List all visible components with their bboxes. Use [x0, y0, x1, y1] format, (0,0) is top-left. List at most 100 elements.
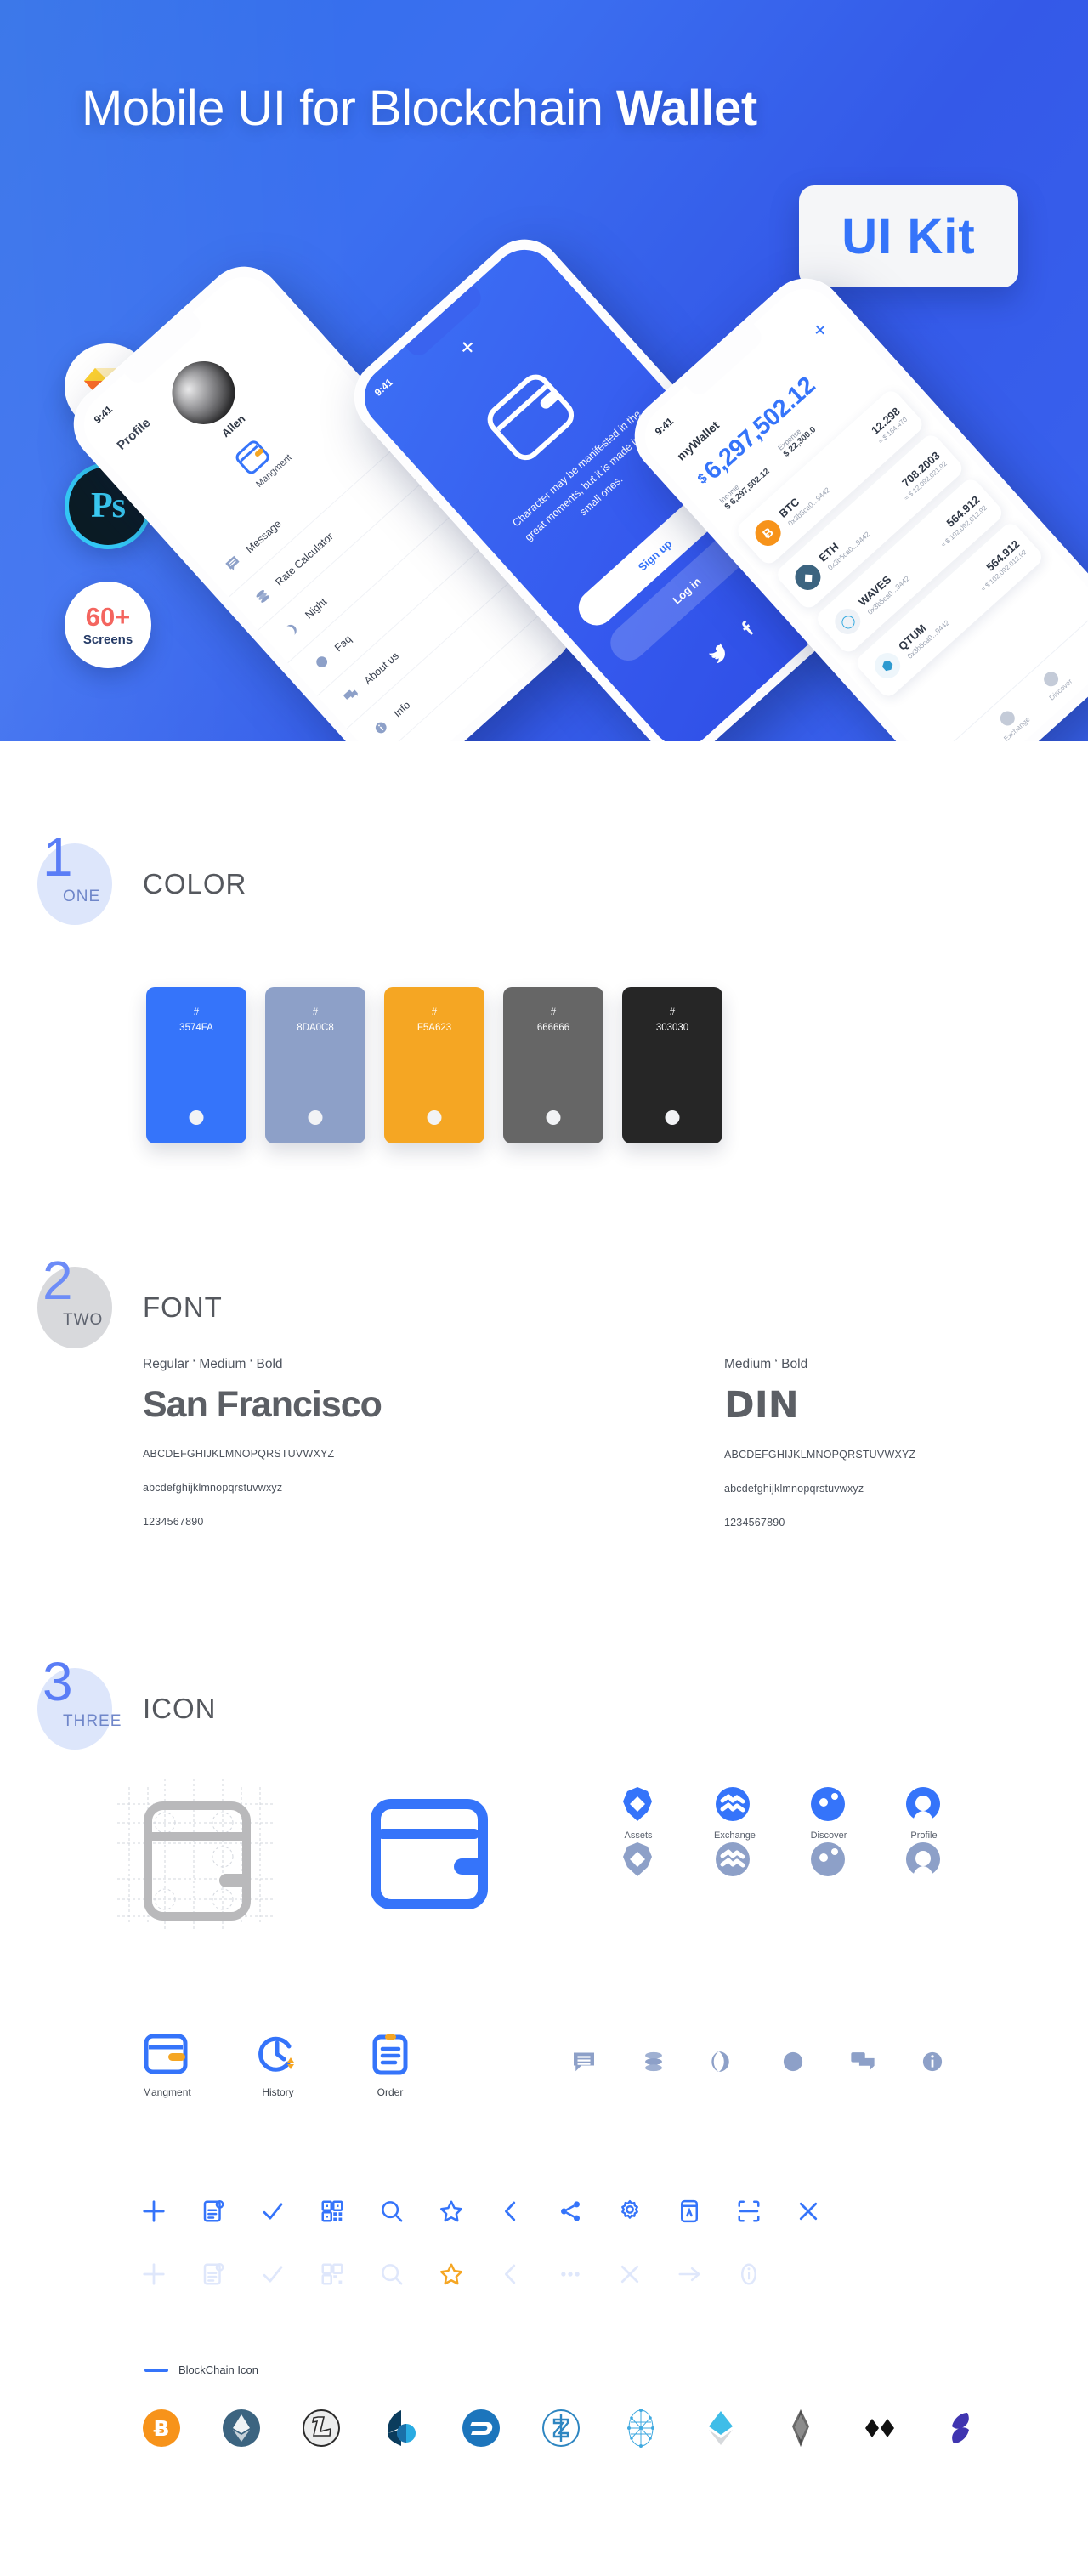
moon-icon[interactable] — [711, 2049, 736, 2074]
swatch-hex: # 666666 — [503, 1006, 604, 1036]
section-number-badge: 3 THREE — [37, 1654, 121, 1750]
font-weights: Regular ‘ Medium ‘ Bold — [143, 1357, 283, 1371]
feature-icon-set: Mangment History Order — [143, 2032, 413, 2098]
hero-banner: Mobile UI for Blockchain Wallet UI Kit P… — [0, 0, 1088, 741]
facebook-icon[interactable] — [734, 617, 758, 641]
monero-dark-icon[interactable] — [860, 2408, 901, 2448]
list-item-label: About us — [361, 650, 401, 687]
discover-icon — [809, 1785, 848, 1823]
litecoin-icon[interactable] — [301, 2408, 342, 2448]
order-list-icon — [367, 2032, 413, 2076]
feature-icon-order[interactable]: Order — [367, 2032, 413, 2098]
tab-icon-label: Exchange — [714, 1830, 756, 1841]
assets-icon — [619, 1785, 658, 1823]
exchange-icon-dim — [714, 1841, 753, 1878]
home-indicator — [546, 1110, 561, 1125]
section-number: 1 — [42, 826, 73, 888]
twitter-icon[interactable] — [706, 641, 732, 667]
check-icon[interactable] — [260, 2199, 286, 2224]
swatch-hash: # — [550, 1007, 557, 1018]
nano-icon[interactable] — [940, 2408, 981, 2448]
section-number: 2 — [42, 1250, 73, 1311]
arrow-right-icon — [677, 2261, 702, 2287]
swatch-hash: # — [312, 1007, 319, 1018]
ui-kit-presentation: Mobile UI for Blockchain Wallet UI Kit P… — [0, 0, 1088, 2576]
font-weights: Medium ‘ Bold — [724, 1357, 808, 1371]
document-settings-icon[interactable] — [201, 2199, 226, 2224]
profile-icon-dim — [904, 1841, 944, 1878]
circle-icon — [312, 652, 332, 672]
swatch-hex-value: 3574FA — [179, 1022, 213, 1033]
gear-icon[interactable] — [617, 2199, 643, 2224]
card-transfer-icon[interactable] — [677, 2199, 702, 2224]
section-title: ICON — [143, 1693, 217, 1724]
star-filled-icon[interactable] — [439, 2261, 464, 2287]
font-numbers: 1234567890 — [143, 1516, 204, 1528]
swatch-hex: # 8DA0C8 — [265, 1006, 366, 1036]
section-number: 3 — [42, 1651, 73, 1712]
dash-icon[interactable] — [461, 2408, 502, 2448]
ethereum-icon: ◆ — [790, 559, 826, 596]
phone-mockups: 9:41 Profile Allen Mangment Message Rate… — [0, 0, 1088, 741]
swatch-hex-value: 666666 — [536, 1022, 570, 1033]
database-icon[interactable] — [641, 2049, 666, 2074]
close-icon[interactable] — [796, 2199, 821, 2224]
section-header-font: 2 TWO FONT — [37, 1253, 223, 1348]
tab-icon-assets[interactable]: Assets — [619, 1785, 658, 1878]
feature-icon-mangment[interactable]: Mangment — [143, 2032, 191, 2098]
qtum-icon[interactable] — [620, 2408, 661, 2448]
profile-title: Profile — [114, 415, 154, 453]
phone-notch — [685, 324, 767, 400]
tab-icon-profile[interactable]: Profile — [904, 1785, 944, 1878]
steem-icon[interactable] — [381, 2408, 422, 2448]
plus-icon[interactable] — [141, 2199, 167, 2224]
tab-icon-label: Discover — [810, 1830, 847, 1841]
wallet-icon — [143, 2032, 189, 2076]
tab-icon-exchange[interactable]: Exchange — [714, 1785, 756, 1878]
swatch-hex: # F5A623 — [384, 1006, 484, 1036]
blockchain-coin-set: Ƀ — [141, 2408, 981, 2448]
font-specimen-din: Medium ‘ Bold DIN ABCDEFGHIJKLMNOPQRSTUV… — [724, 1357, 1064, 1529]
tab-icon-label: Assets — [624, 1830, 653, 1841]
swatch-hash: # — [193, 1007, 200, 1018]
font-uppercase: ABCDEFGHIJKLMNOPQRSTUVWXYZ — [724, 1449, 916, 1461]
chevron-left-icon[interactable] — [498, 2199, 524, 2224]
zcash-icon[interactable] — [541, 2408, 581, 2448]
profile-management-shortcut[interactable]: Mangment — [231, 427, 294, 490]
message-icon[interactable] — [571, 2049, 597, 2074]
section-header-color: 1 ONE COLOR — [37, 830, 246, 925]
section-number-word: TWO — [63, 1311, 104, 1329]
blockchain-section-label: BlockChain Icon — [144, 2363, 258, 2376]
circle-icon[interactable] — [780, 2049, 806, 2074]
lisk-icon[interactable] — [700, 2408, 741, 2448]
eos-icon[interactable] — [780, 2408, 821, 2448]
ethereum-icon[interactable] — [221, 2408, 262, 2448]
search-icon[interactable] — [379, 2199, 405, 2224]
font-specimen-sf: Regular ‘ Medium ‘ Bold San Francisco AB… — [143, 1357, 619, 1528]
qrcode-icon[interactable] — [320, 2199, 345, 2224]
feature-icon-label: Mangment — [143, 2086, 191, 2098]
feature-icon-label: History — [262, 2086, 294, 2098]
info-icon[interactable] — [920, 2049, 945, 2074]
wallet-icon-large — [366, 1794, 493, 1915]
chat-icon[interactable] — [850, 2049, 876, 2074]
moon-icon — [282, 619, 303, 639]
color-swatch-list: # 3574FA # 8DA0C8 # F5A623 # 666666 # 30… — [146, 987, 722, 1143]
status-time: 9:41 — [371, 376, 395, 399]
profile-icon — [1085, 628, 1088, 650]
font-name: DIN — [724, 1384, 799, 1427]
add-wallet-button[interactable]: + — [807, 315, 833, 343]
tab-icon-discover[interactable]: Discover — [809, 1785, 848, 1878]
star-icon[interactable] — [439, 2199, 464, 2224]
add-button[interactable]: + — [453, 332, 483, 363]
gray-icon-set — [571, 2049, 945, 2074]
font-lowercase: abcdefghijklmnopqrstuvwxyz — [143, 1482, 283, 1494]
feature-icon-label: Order — [377, 2086, 404, 2098]
scan-icon[interactable] — [736, 2199, 762, 2224]
bitcoin-icon[interactable]: Ƀ — [141, 2408, 182, 2448]
utility-icon-rows — [141, 2192, 821, 2294]
share-icon[interactable] — [558, 2199, 583, 2224]
status-time: 9:41 — [652, 415, 676, 438]
feature-icon-history[interactable]: History — [255, 2032, 301, 2098]
swatch-hex: # 303030 — [622, 1006, 722, 1036]
